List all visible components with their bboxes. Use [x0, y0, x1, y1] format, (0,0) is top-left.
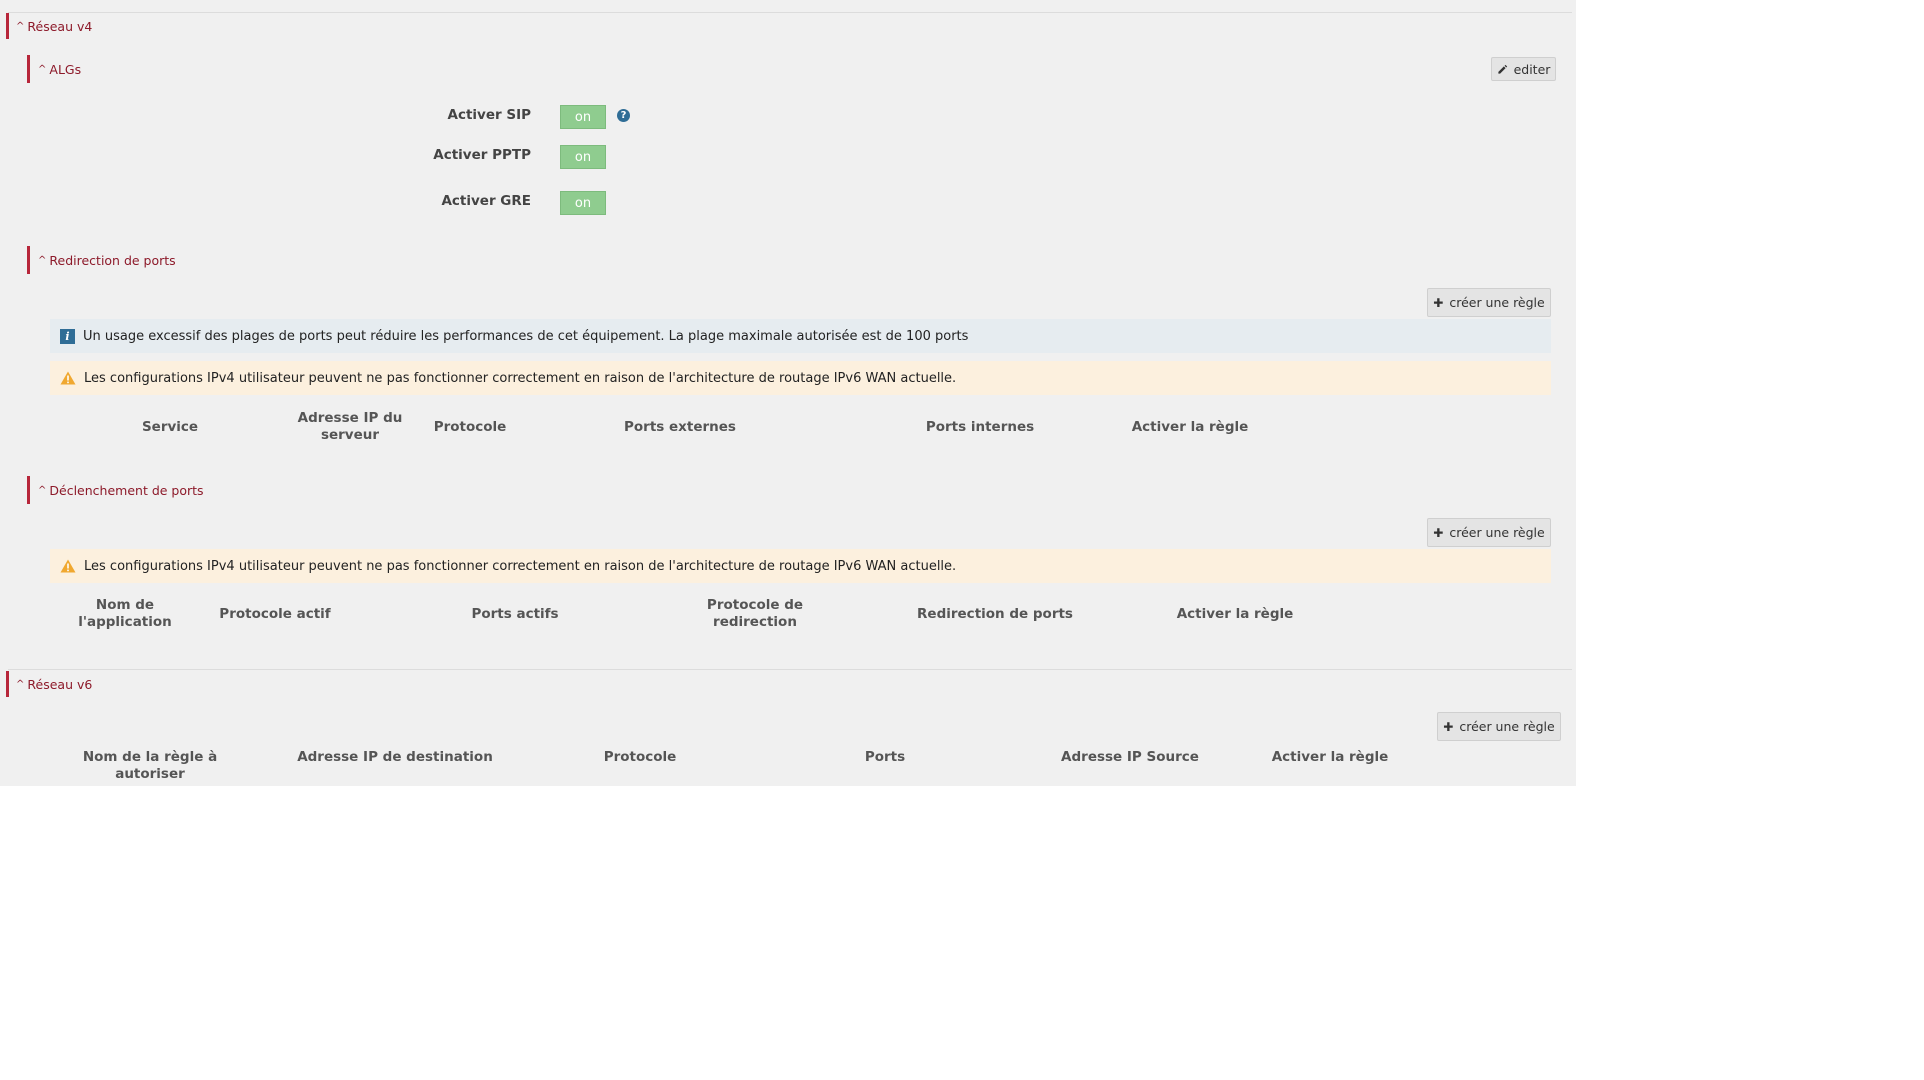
chevron-up-icon: ^: [16, 678, 25, 690]
info-icon: i: [60, 328, 75, 344]
question-circle-icon[interactable]: ?: [617, 109, 630, 122]
column-header: Adresse IP du serveur: [297, 410, 403, 443]
chevron-up-icon: ^: [38, 484, 47, 496]
warning-alert: Les configurations IPv4 utilisateur peuv…: [50, 361, 1551, 395]
subsection-declenchement-toggle[interactable]: ^ Déclenchement de ports: [27, 476, 204, 504]
create-redirection-rule-button[interactable]: ✚ créer une règle: [1427, 288, 1551, 317]
column-header: Ports actifs: [471, 606, 559, 622]
section-reseau-v4-toggle[interactable]: ^ Réseau v4: [6, 13, 92, 39]
plus-icon: ✚: [1443, 719, 1454, 734]
alg-sip-toggle[interactable]: on: [560, 105, 606, 129]
chevron-up-icon: ^: [38, 254, 47, 266]
column-header: Protocole: [433, 419, 507, 435]
alg-gre-toggle[interactable]: on: [560, 191, 606, 215]
column-header: Redirection de ports: [917, 606, 1073, 622]
column-header: Nom de l'application: [78, 597, 172, 630]
info-alert: i Un usage excessif des plages de ports …: [50, 319, 1551, 353]
column-header: Ports externes: [624, 419, 736, 435]
column-header: Activer la règle: [1176, 606, 1294, 622]
alg-pptp-toggle[interactable]: on: [560, 145, 606, 169]
column-header: Activer la règle: [1131, 419, 1249, 435]
section-title: Réseau v4: [27, 18, 93, 34]
section-reseau-v6-toggle[interactable]: ^ Réseau v6: [6, 671, 92, 697]
create-rule-label: créer une règle: [1449, 525, 1545, 540]
column-header: Activer la règle: [1271, 749, 1389, 765]
subsection-title: Déclenchement de ports: [49, 482, 204, 498]
subsection-redirection-toggle[interactable]: ^ Redirection de ports: [27, 246, 176, 274]
section-title: Réseau v6: [27, 676, 93, 692]
column-header: Service: [141, 419, 199, 435]
alg-sip-label: Activer SIP: [447, 107, 532, 123]
subsection-title: Redirection de ports: [49, 252, 176, 268]
warning-triangle-icon: [60, 559, 76, 573]
plus-icon: ✚: [1433, 525, 1444, 540]
column-header: Ports internes: [925, 419, 1035, 435]
column-header: Protocole actif: [219, 606, 331, 622]
column-header: Protocole de redirection: [706, 597, 804, 630]
info-text: Un usage excessif des plages de ports pe…: [83, 328, 969, 344]
chevron-up-icon: ^: [16, 20, 25, 32]
column-header: Adresse IP Source: [1061, 749, 1199, 765]
warning-alert: Les configurations IPv4 utilisateur peuv…: [50, 549, 1551, 583]
divider: [8, 669, 1572, 670]
alg-pptp-label: Activer PPTP: [433, 147, 531, 163]
warning-triangle-icon: [60, 371, 76, 385]
pencil-icon: [1497, 64, 1507, 74]
edit-button-label: editer: [1513, 61, 1551, 77]
warning-text: Les configurations IPv4 utilisateur peuv…: [84, 370, 957, 386]
column-header: Ports: [864, 749, 906, 765]
create-declenchement-rule-button[interactable]: ✚ créer une règle: [1427, 518, 1551, 547]
settings-panel: ^ Réseau v4 ^ ALGs editer Activer SIP on…: [0, 0, 1576, 786]
subsection-algs-toggle[interactable]: ^ ALGs: [27, 55, 81, 83]
plus-icon: ✚: [1433, 295, 1444, 310]
divider: [8, 12, 1572, 13]
create-rule-label: créer une règle: [1449, 295, 1545, 310]
column-header: Adresse IP de destination: [297, 749, 493, 765]
alg-gre-label: Activer GRE: [441, 193, 531, 209]
edit-button[interactable]: editer: [1491, 57, 1556, 81]
column-header: Protocole: [603, 749, 677, 765]
create-v6-rule-button[interactable]: ✚ créer une règle: [1437, 712, 1561, 741]
column-header: Nom de la règle à autoriser: [82, 749, 218, 782]
create-rule-label: créer une règle: [1459, 719, 1555, 734]
subsection-title: ALGs: [49, 61, 82, 77]
warning-text: Les configurations IPv4 utilisateur peuv…: [84, 558, 957, 574]
chevron-up-icon: ^: [38, 63, 47, 75]
